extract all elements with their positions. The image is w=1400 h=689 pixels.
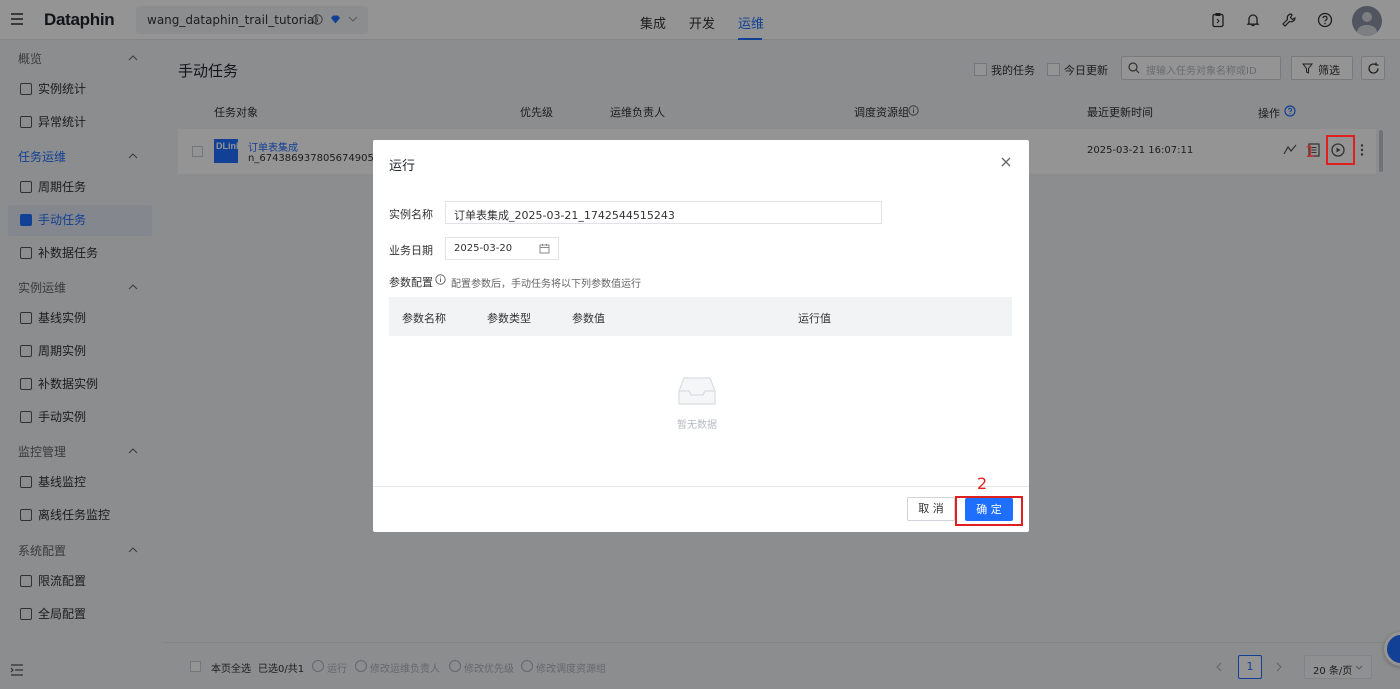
business-date-value: 2025-03-20 <box>454 243 513 254</box>
step2-label: 2 <box>977 474 988 493</box>
empty-state-text: 暂无数据 <box>677 420 717 431</box>
calendar-icon <box>539 244 550 254</box>
param-table-header: 参数名称 参数类型 参数值 运行值 <box>389 297 1012 336</box>
instance-name-value: 订单表集成_2025-03-21_1742544515243 <box>454 209 675 222</box>
param-column-run-value: 运行值 <box>798 312 831 325</box>
empty-box-icon <box>678 377 716 405</box>
param-config-hint: 配置参数后，手动任务将以下列参数值运行 <box>451 279 641 290</box>
dialog-title: 运行 <box>389 159 416 174</box>
step1-highlight <box>1326 135 1355 165</box>
info-icon <box>435 274 446 285</box>
cancel-button[interactable]: 取 消 <box>907 497 955 521</box>
step2-highlight <box>955 496 1023 526</box>
dialog-footer-divider <box>373 486 1029 487</box>
param-config-label: 参数配置 <box>389 276 433 289</box>
param-column-value: 参数值 <box>572 312 605 325</box>
param-column-name: 参数名称 <box>402 312 446 325</box>
param-column-type: 参数类型 <box>487 312 531 325</box>
run-dialog: 运行 实例名称 订单表集成_2025-03-21_1742544515243 业… <box>373 140 1029 532</box>
step1-label: 1 <box>1305 142 1316 161</box>
instance-name-input[interactable]: 订单表集成_2025-03-21_1742544515243 <box>445 201 882 224</box>
business-date-picker[interactable]: 2025-03-20 <box>445 237 559 260</box>
business-date-label: 业务日期 <box>389 244 433 257</box>
instance-name-label: 实例名称 <box>389 208 433 221</box>
close-icon[interactable] <box>1000 156 1012 168</box>
